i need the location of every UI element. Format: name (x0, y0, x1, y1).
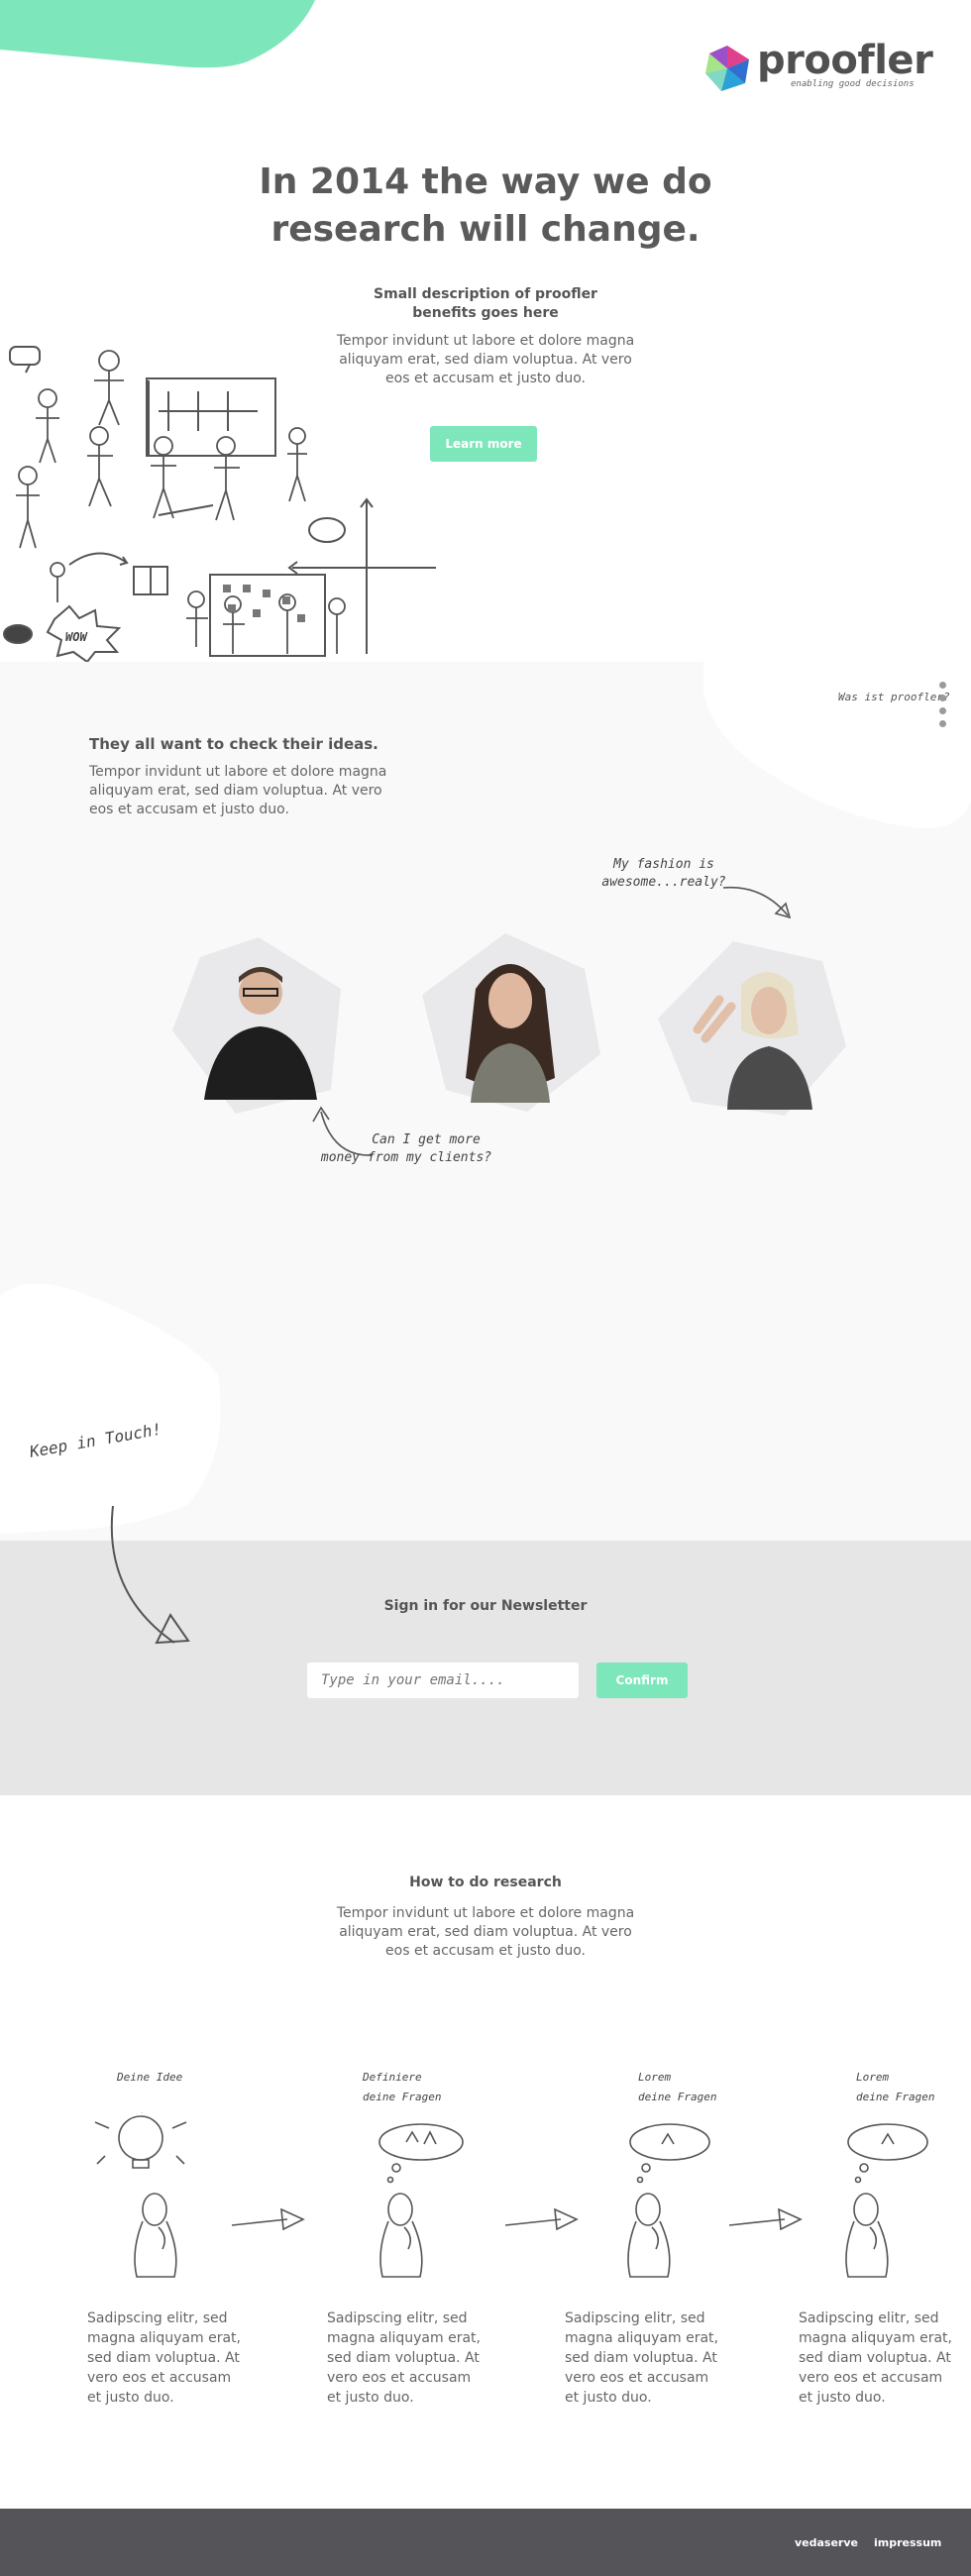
step-2-person-icon (379, 2193, 423, 2278)
logo-tagline: enabling good decisions (791, 79, 915, 89)
confirm-button[interactable]: Confirm (596, 1663, 688, 1698)
side-nav-dot-1[interactable] (939, 682, 946, 689)
ideas-text: Tempor invidunt ut labore et dolore magn… (89, 764, 387, 817)
howto-text: Tempor invidunt ut labore et dolore magn… (336, 1905, 635, 1959)
quote-money: Can I get more money from my clients? (320, 1132, 492, 1165)
step-arrow-3-icon (728, 2207, 803, 2231)
step-1-text: Sadipscing elitr, sed magna aliquyam era… (87, 2310, 241, 2406)
step-arrow-1-icon (231, 2207, 305, 2231)
step-4-person-icon (845, 2193, 889, 2278)
hero-section: proofler enabling good decisions In 2014… (0, 0, 971, 662)
portrait-woman (422, 933, 600, 1112)
newsletter-title: Sign in for our Newsletter (383, 1598, 588, 1614)
sketch-wow-text: WOW (65, 630, 87, 644)
step-1-person-icon (134, 2193, 177, 2278)
ideas-section: Was ist proofler? They all want to check… (0, 662, 971, 1541)
howto-title: How to do research (409, 1875, 562, 1890)
quote-fashion-arrow-icon (722, 886, 792, 919)
hero-subtitle: Small description of proofler benefits g… (374, 286, 597, 321)
step-3-text: Sadipscing elitr, sed magna aliquyam era… (565, 2310, 718, 2406)
newsletter-email-input[interactable] (307, 1663, 579, 1698)
mint-decoration (0, 0, 315, 68)
side-nav-dots[interactable] (939, 682, 946, 727)
portrait-blonde-woman (658, 941, 846, 1116)
white-blob-decoration (703, 662, 971, 829)
footer: vedaserve impressum (0, 2509, 971, 2576)
step-arrow-2-icon (504, 2207, 579, 2231)
side-nav-dot-4[interactable] (939, 720, 946, 727)
ideas-title: They all want to check their ideas. (89, 735, 378, 753)
side-nav-label[interactable]: Was ist proofler? (838, 691, 950, 703)
thought-bubble-2-icon (378, 2123, 464, 2184)
step-1-label: Deine Idee (117, 2071, 183, 2084)
step-2-label: Definiere deine Fragen (363, 2071, 442, 2103)
keep-in-touch-arrow-icon (110, 1505, 190, 1645)
side-nav-dot-2[interactable] (939, 695, 946, 701)
step-2-text: Sadipscing elitr, sed magna aliquyam era… (327, 2310, 481, 2406)
side-nav-dot-3[interactable] (939, 707, 946, 714)
thought-bubble-4-icon (847, 2123, 928, 2184)
lightbulb-icon (94, 2112, 187, 2169)
step-3-label: Lorem deine Fragen (638, 2071, 717, 2103)
hero-sketch-illustration (3, 346, 436, 662)
learn-more-button[interactable]: Learn more (430, 426, 537, 462)
thought-bubble-3-icon (629, 2123, 710, 2184)
howto-section: How to do research Tempor invidunt ut la… (0, 1795, 971, 2509)
logo[interactable]: proofler enabling good decisions (701, 38, 933, 95)
step-4-text: Sadipscing elitr, sed magna aliquyam era… (799, 2310, 952, 2406)
footer-link-impressum[interactable]: impressum (874, 2536, 941, 2549)
step-4-label: Lorem deine Fragen (856, 2071, 935, 2103)
logo-mark-icon (705, 46, 749, 91)
portrait-man (172, 937, 341, 1114)
step-3-person-icon (627, 2193, 671, 2278)
hero-headline: In 2014 the way we do research will chan… (259, 161, 712, 250)
logo-wordmark: proofler (757, 38, 933, 83)
footer-link-vedaserve[interactable]: vedaserve (795, 2536, 858, 2549)
white-blob-left-decoration (0, 1283, 221, 1534)
